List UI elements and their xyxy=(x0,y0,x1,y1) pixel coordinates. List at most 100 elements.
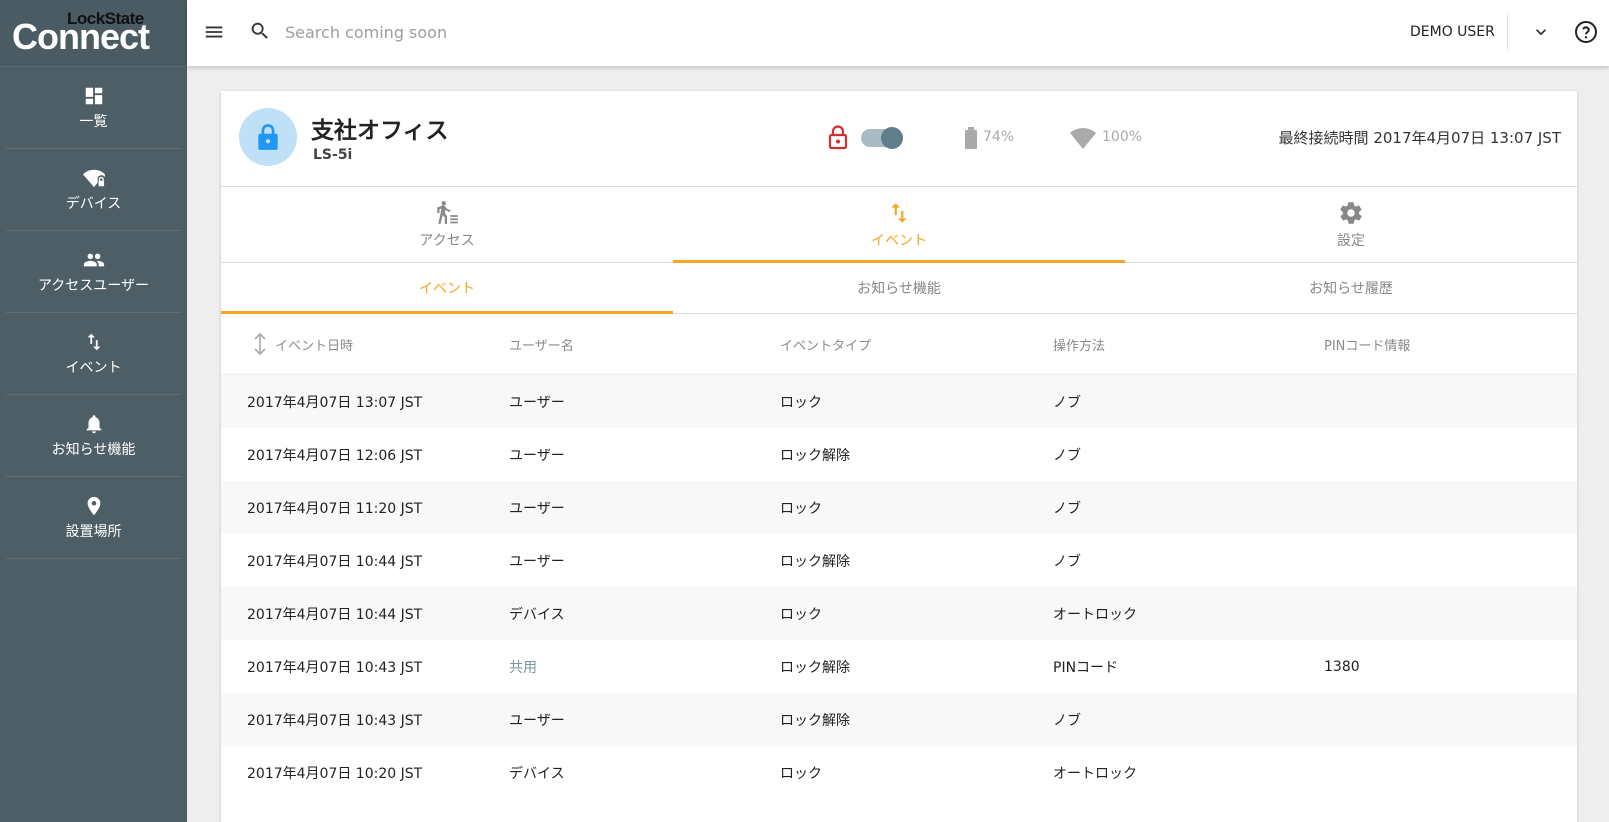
device-name: 支社オフィス xyxy=(311,118,449,144)
cell-user: ユーザー xyxy=(509,500,565,517)
chevron-down-icon[interactable] xyxy=(1531,22,1551,42)
tab-access[interactable]: アクセス xyxy=(221,187,673,262)
cell-user: ユーザー xyxy=(509,447,565,464)
cell-user: ユーザー xyxy=(509,394,565,411)
cell-datetime: 2017年4月07日 10:44 JST xyxy=(247,606,423,623)
divider xyxy=(1507,15,1508,49)
cell-method: オートロック xyxy=(1053,606,1137,623)
sidebar-item-devices[interactable]: デバイス xyxy=(6,149,181,231)
search-icon xyxy=(251,22,268,39)
subtab-notification-history[interactable]: お知らせ履歴 xyxy=(1125,263,1577,313)
cell-user: デバイス xyxy=(509,606,565,623)
main-tabs: アクセス イベント 設定 xyxy=(221,187,1577,263)
subtab-events[interactable]: イベント xyxy=(221,263,673,314)
search-input[interactable] xyxy=(285,17,785,47)
sidebar-item-label: デバイス xyxy=(65,195,122,212)
table-row[interactable]: 2017年4月07日 11:20 JST ユーザー ロック ノブ xyxy=(221,481,1577,534)
people-icon xyxy=(83,253,104,266)
swap-vert-icon xyxy=(87,333,100,350)
column-header-method[interactable]: 操作方法 xyxy=(1035,335,1306,354)
cell-method: ノブ xyxy=(1053,553,1081,570)
logo-top: LockState xyxy=(67,9,144,28)
cell-event-type: ロック解除 xyxy=(780,712,850,729)
cell-method: ノブ xyxy=(1053,447,1081,464)
device-card: 支社オフィス LS-5i 74% 100% 最終接続時間 2017年4月07日 … xyxy=(221,91,1577,822)
cell-event-type: ロック解除 xyxy=(780,659,850,676)
cell-method: ノブ xyxy=(1053,394,1081,411)
column-header-pin[interactable]: PINコード情報 xyxy=(1306,335,1577,354)
sidebar-item-label: アクセスユーザー xyxy=(37,277,150,294)
cell-datetime: 2017年4月07日 10:43 JST xyxy=(247,712,423,729)
cell-method: オートロック xyxy=(1053,765,1137,782)
tab-label: イベント xyxy=(871,232,927,249)
app-logo[interactable]: Connect LockState xyxy=(0,0,187,67)
person-access-icon xyxy=(437,200,458,224)
column-label: イベント日時 xyxy=(275,338,354,354)
tab-settings[interactable]: 設定 xyxy=(1125,187,1577,262)
sidebar-item-notifications[interactable]: お知らせ機能 xyxy=(6,395,181,477)
table-row[interactable]: 2017年4月07日 13:07 JST ユーザー ロック ノブ xyxy=(221,375,1577,428)
column-header-event-type[interactable]: イベントタイプ xyxy=(763,335,1035,354)
cell-method: PINコード xyxy=(1053,659,1119,676)
locked-status-icon xyxy=(828,125,848,150)
user-menu-name[interactable]: DEMO USER xyxy=(1410,24,1495,40)
sort-icon xyxy=(254,332,266,356)
sub-tabs: イベント お知らせ機能 お知らせ履歴 xyxy=(221,263,1577,314)
tab-label: 設定 xyxy=(1337,232,1365,249)
battery-icon xyxy=(965,127,977,149)
cell-method: ノブ xyxy=(1053,500,1081,517)
sidebar-item-events[interactable]: イベント xyxy=(6,313,181,395)
cell-datetime: 2017年4月07日 12:06 JST xyxy=(247,447,423,464)
cell-event-type: ロック xyxy=(780,606,822,623)
sidebar-item-locations[interactable]: 設置場所 xyxy=(6,477,181,559)
column-header-datetime[interactable]: イベント日時 xyxy=(221,332,492,356)
cell-event-type: ロック解除 xyxy=(780,447,850,464)
cell-user: ユーザー xyxy=(509,553,565,570)
bell-icon xyxy=(86,414,101,433)
sidebar-item-label: お知らせ機能 xyxy=(51,441,136,458)
tab-label: アクセス xyxy=(419,232,475,249)
wifi-signal-icon xyxy=(1070,128,1096,149)
subtab-notifications[interactable]: お知らせ機能 xyxy=(673,263,1125,313)
cell-user: ユーザー xyxy=(509,712,565,729)
table-row[interactable]: 2017年4月07日 12:06 JST ユーザー ロック解除 ノブ xyxy=(221,428,1577,481)
toggle-knob xyxy=(881,127,903,149)
help-icon[interactable] xyxy=(1574,20,1598,44)
dashboard-icon xyxy=(85,87,102,104)
table-row[interactable]: 2017年4月07日 10:44 JST ユーザー ロック解除 ノブ xyxy=(221,534,1577,587)
table-row[interactable]: 2017年4月07日 10:44 JST デバイス ロック オートロック xyxy=(221,587,1577,640)
sidebar-item-access-users[interactable]: アクセスユーザー xyxy=(6,231,181,313)
table-header: イベント日時 ユーザー名 イベントタイプ 操作方法 PINコード情報 xyxy=(221,314,1577,375)
sidebar-item-label: 一覧 xyxy=(79,113,108,130)
tab-events[interactable]: イベント xyxy=(673,187,1125,263)
column-header-user[interactable]: ユーザー名 xyxy=(492,335,763,354)
cell-event-type: ロック xyxy=(780,500,822,517)
location-pin-icon xyxy=(87,496,100,515)
table-row[interactable]: 2017年4月07日 10:20 JST デバイス ロック オートロック xyxy=(221,746,1577,799)
sidebar-item-label: 設置場所 xyxy=(65,523,122,540)
cell-datetime: 2017年4月07日 13:07 JST xyxy=(247,394,423,411)
cell-datetime: 2017年4月07日 10:43 JST xyxy=(247,659,423,676)
sidebar-item-label: イベント xyxy=(65,359,122,376)
table-row[interactable]: 2017年4月07日 10:43 JST ユーザー ロック解除 ノブ xyxy=(221,693,1577,746)
device-model: LS-5i xyxy=(313,147,353,163)
hamburger-menu-icon[interactable] xyxy=(203,21,225,43)
table-row[interactable]: 2017年4月07日 10:43 JST 共用 ロック解除 PINコード 1380 xyxy=(221,640,1577,693)
lock-toggle[interactable] xyxy=(861,127,903,149)
sidebar-item-dashboard[interactable]: 一覧 xyxy=(6,67,181,149)
device-avatar xyxy=(239,108,297,166)
cell-user[interactable]: 共用 xyxy=(492,657,763,677)
cell-datetime: 2017年4月07日 10:44 JST xyxy=(247,553,423,570)
last-connection-time: 最終接続時間 2017年4月07日 13:07 JST xyxy=(1278,129,1561,147)
sidebar: Connect LockState 一覧 デバイス アクセスユーザー イベント … xyxy=(0,0,187,822)
cell-user: デバイス xyxy=(509,765,565,782)
battery-level: 74% xyxy=(983,129,1015,145)
signal-level: 100% xyxy=(1102,129,1143,145)
cell-event-type: ロック解除 xyxy=(780,553,850,570)
top-bar: DEMO USER xyxy=(187,0,1609,66)
swap-vert-icon xyxy=(891,202,907,223)
cell-datetime: 2017年4月07日 10:20 JST xyxy=(247,765,423,782)
table-body: 2017年4月07日 13:07 JST ユーザー ロック ノブ 2017年4月07日 … xyxy=(221,375,1577,799)
cell-pin: 1380 xyxy=(1324,658,1360,675)
gear-icon xyxy=(1340,201,1362,224)
